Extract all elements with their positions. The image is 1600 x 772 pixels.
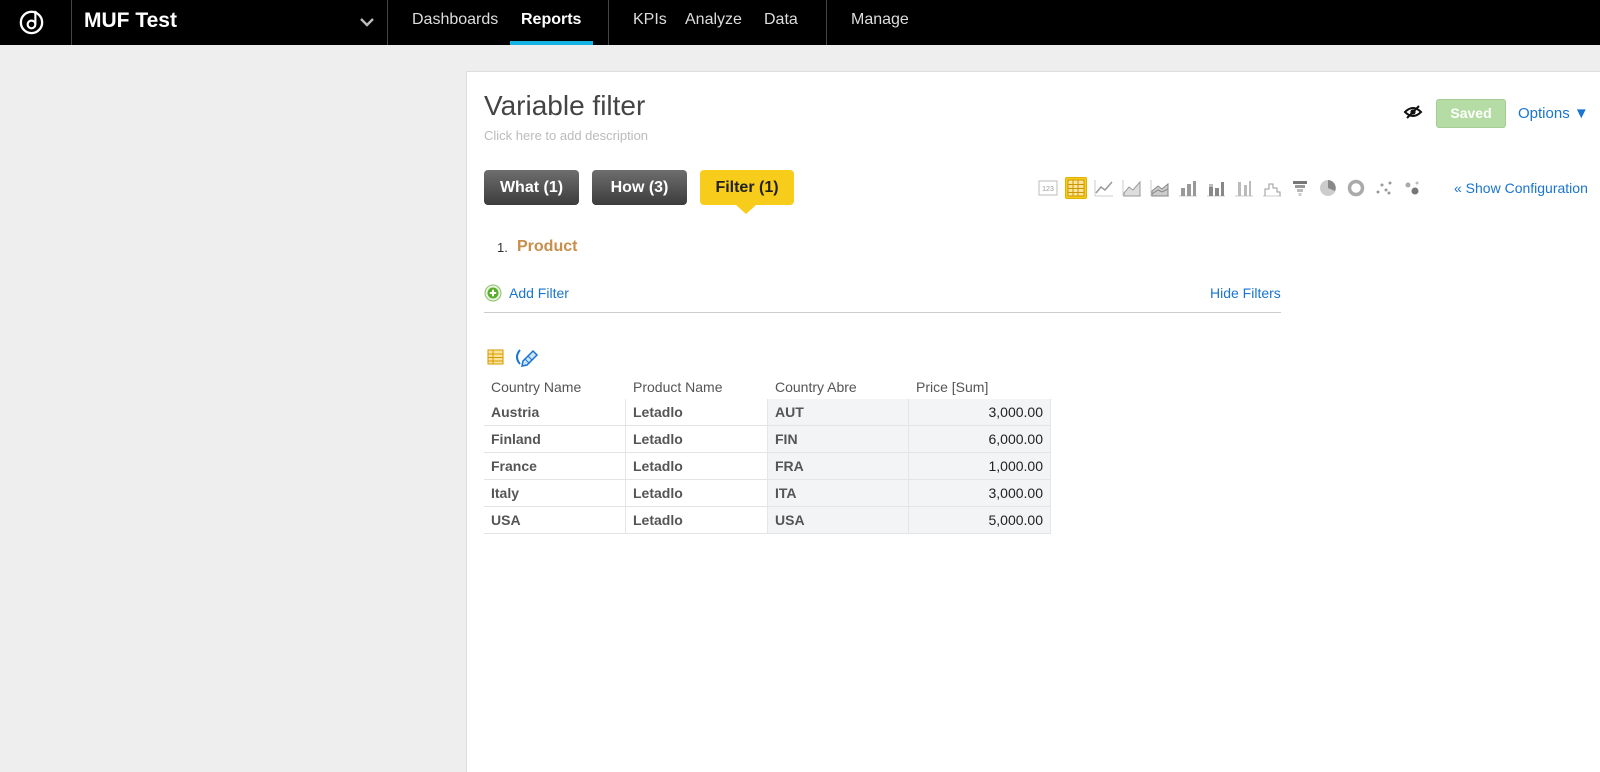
stacked-bar-chart-icon[interactable] [1205,177,1227,199]
nav-reports[interactable]: Reports [521,11,581,29]
gooddata-logo-icon[interactable] [17,7,46,36]
scatter-chart-icon[interactable] [1373,177,1395,199]
bullet-chart-icon[interactable] [1233,177,1255,199]
headline-number-icon[interactable]: 123 [1037,177,1059,199]
divider [484,312,1281,313]
column-header[interactable]: Price [Sum] [909,375,1051,399]
report-description[interactable]: Click here to add description [484,128,648,143]
divider [608,0,609,45]
table-row: Italy Letadlo ITA 3,000.00 [484,480,1051,507]
column-header[interactable]: Country Name [484,375,626,399]
table-row: France Letadlo FRA 1,000.00 [484,453,1051,480]
filter-item-product[interactable]: Product [517,238,577,256]
chevron-down-icon[interactable] [358,13,376,31]
tab-filter[interactable]: Filter (1) [700,170,794,205]
report-title[interactable]: Variable filter [484,90,645,122]
nav-manage[interactable]: Manage [851,11,909,29]
add-icon[interactable] [484,284,502,302]
tab-how[interactable]: How (3) [592,170,687,205]
table-cell[interactable]: FIN [768,426,909,453]
table-icon[interactable] [1065,177,1087,199]
visibility-hidden-icon[interactable] [1403,102,1423,122]
options-menu[interactable]: Options ▼ [1518,105,1589,122]
edit-table-icon[interactable] [513,347,541,367]
nav-data[interactable]: Data [764,11,798,29]
table-cell[interactable]: ITA [768,480,909,507]
funnel-chart-icon[interactable] [1289,177,1311,199]
table-cell[interactable]: Letadlo [626,453,768,480]
divider [387,0,388,45]
table-row: Austria Letadlo AUT 3,000.00 [484,399,1051,426]
table-cell[interactable]: Italy [484,480,626,507]
svg-text:123: 123 [1042,186,1054,193]
table-cell[interactable]: 3,000.00 [909,480,1051,507]
table-row: USA Letadlo USA 5,000.00 [484,507,1051,534]
table-cell[interactable]: USA [484,507,626,534]
nav-kpis[interactable]: KPIs [633,11,667,29]
area-chart-icon[interactable] [1121,177,1143,199]
table-cell[interactable]: Letadlo [626,399,768,426]
divider [826,0,827,45]
table-cell[interactable]: Finland [484,426,626,453]
top-navigation-bar: MUF Test Dashboards Reports KPIs Analyze… [0,0,1600,45]
table-header-row: Country Name Product Name Country Abre P… [484,375,1051,399]
bar-chart-icon[interactable] [1177,177,1199,199]
filter-index: 1. [497,240,508,255]
tab-what[interactable]: What (1) [484,170,579,205]
nav-dashboards[interactable]: Dashboards [412,11,498,29]
stacked-area-chart-icon[interactable] [1149,177,1171,199]
table-cell[interactable]: 6,000.00 [909,426,1051,453]
waterfall-chart-icon[interactable] [1261,177,1283,199]
table-cell[interactable]: Letadlo [626,507,768,534]
table-cell[interactable]: 5,000.00 [909,507,1051,534]
column-header[interactable]: Product Name [626,375,768,399]
donut-chart-icon[interactable] [1345,177,1367,199]
hide-filters-link[interactable]: Hide Filters [1210,285,1281,301]
show-configuration-link[interactable]: « Show Configuration [1454,180,1588,196]
table-cell[interactable]: France [484,453,626,480]
table-cell[interactable]: AUT [768,399,909,426]
nav-analyze[interactable]: Analyze [685,11,742,29]
table-cell[interactable]: 3,000.00 [909,399,1051,426]
column-header[interactable]: Country Abre [768,375,909,399]
table-cell[interactable]: USA [768,507,909,534]
report-table: Country Name Product Name Country Abre P… [484,375,1051,534]
pie-chart-icon[interactable] [1317,177,1339,199]
line-chart-icon[interactable] [1093,177,1115,199]
table-cell[interactable]: Letadlo [626,426,768,453]
table-cell[interactable]: Austria [484,399,626,426]
table-row: Finland Letadlo FIN 6,000.00 [484,426,1051,453]
table-cell[interactable]: FRA [768,453,909,480]
table-cell[interactable]: 1,000.00 [909,453,1051,480]
saved-button[interactable]: Saved [1436,99,1506,128]
divider [71,0,72,45]
active-nav-indicator [510,41,593,45]
table-view-icon[interactable] [486,347,506,367]
project-name[interactable]: MUF Test [84,9,177,33]
active-tab-pointer [736,205,756,214]
table-cell[interactable]: Letadlo [626,480,768,507]
bubble-chart-icon[interactable] [1401,177,1423,199]
add-filter-link[interactable]: Add Filter [509,285,569,301]
